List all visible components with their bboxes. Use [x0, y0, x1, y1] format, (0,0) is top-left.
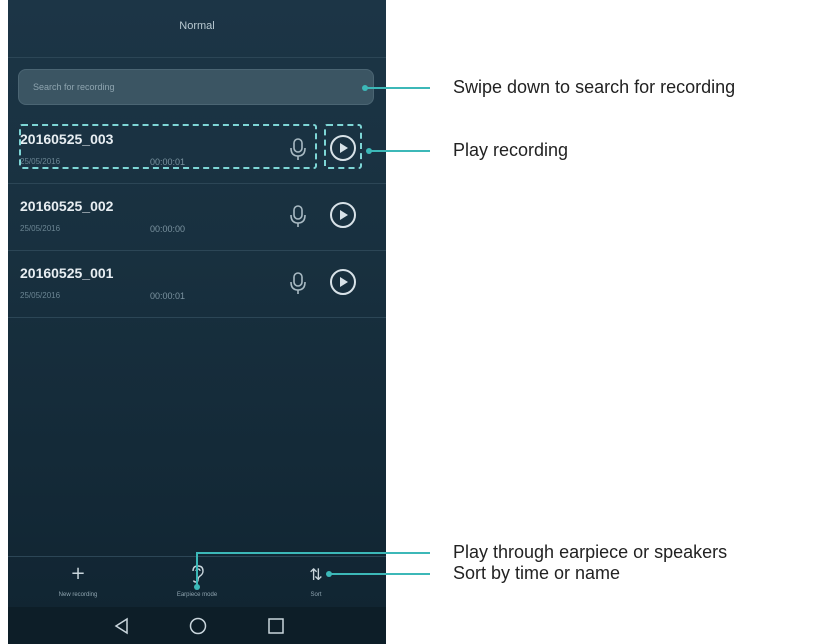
callout-line-sort [330, 573, 430, 575]
back-triangle-icon[interactable] [112, 616, 132, 636]
recording-duration: 00:00:00 [150, 224, 186, 234]
play-icon[interactable] [330, 269, 356, 295]
sort-button[interactable]: ⇅ Sort [256, 557, 376, 608]
page-title: Normal [179, 20, 215, 32]
recording-name: 20160525_002 [20, 198, 114, 214]
home-circle-icon[interactable] [188, 616, 208, 636]
recording-name: 20160525_001 [20, 265, 114, 281]
callout-vline-earpiece [196, 552, 198, 585]
play-icon[interactable] [330, 202, 356, 228]
sort-label: Sort [310, 592, 322, 598]
earpiece-mode-label: Earpiece mode [176, 592, 218, 598]
recording-duration: 00:00:01 [150, 291, 186, 301]
new-recording-label: New recording [58, 592, 98, 598]
search-field[interactable]: Search for recording [18, 69, 374, 105]
phone-screen: Normal Search for recording 20160525_003… [8, 0, 386, 644]
callout-line-earpiece [196, 552, 430, 554]
microphone-icon [290, 205, 306, 227]
recording-row[interactable]: 20160525_002 25/05/2016 00:00:00 [8, 184, 386, 251]
callout-line-play [370, 150, 430, 152]
navigation-bar [8, 607, 386, 644]
callout-line-search [366, 87, 430, 89]
recording-date: 25/05/2016 [20, 291, 61, 300]
recents-square-icon[interactable] [266, 616, 286, 636]
callout-earpiece-text: Play through earpiece or speakers [453, 542, 728, 562]
microphone-icon [290, 272, 306, 294]
highlight-play-button [324, 124, 362, 169]
recording-date: 25/05/2016 [20, 224, 61, 233]
callout-search-text: Swipe down to search for recording [453, 77, 736, 97]
top-bar: Normal [8, 0, 386, 58]
highlight-recording-item [19, 124, 317, 169]
new-recording-button[interactable]: + New recording [18, 557, 138, 608]
callout-play-text: Play recording [453, 140, 569, 160]
plus-icon: + [70, 563, 86, 584]
callout-sort-text: Sort by time or name [453, 563, 621, 583]
search-placeholder: Search for recording [33, 82, 115, 92]
recording-row[interactable]: 20160525_001 25/05/2016 00:00:01 [8, 251, 386, 318]
